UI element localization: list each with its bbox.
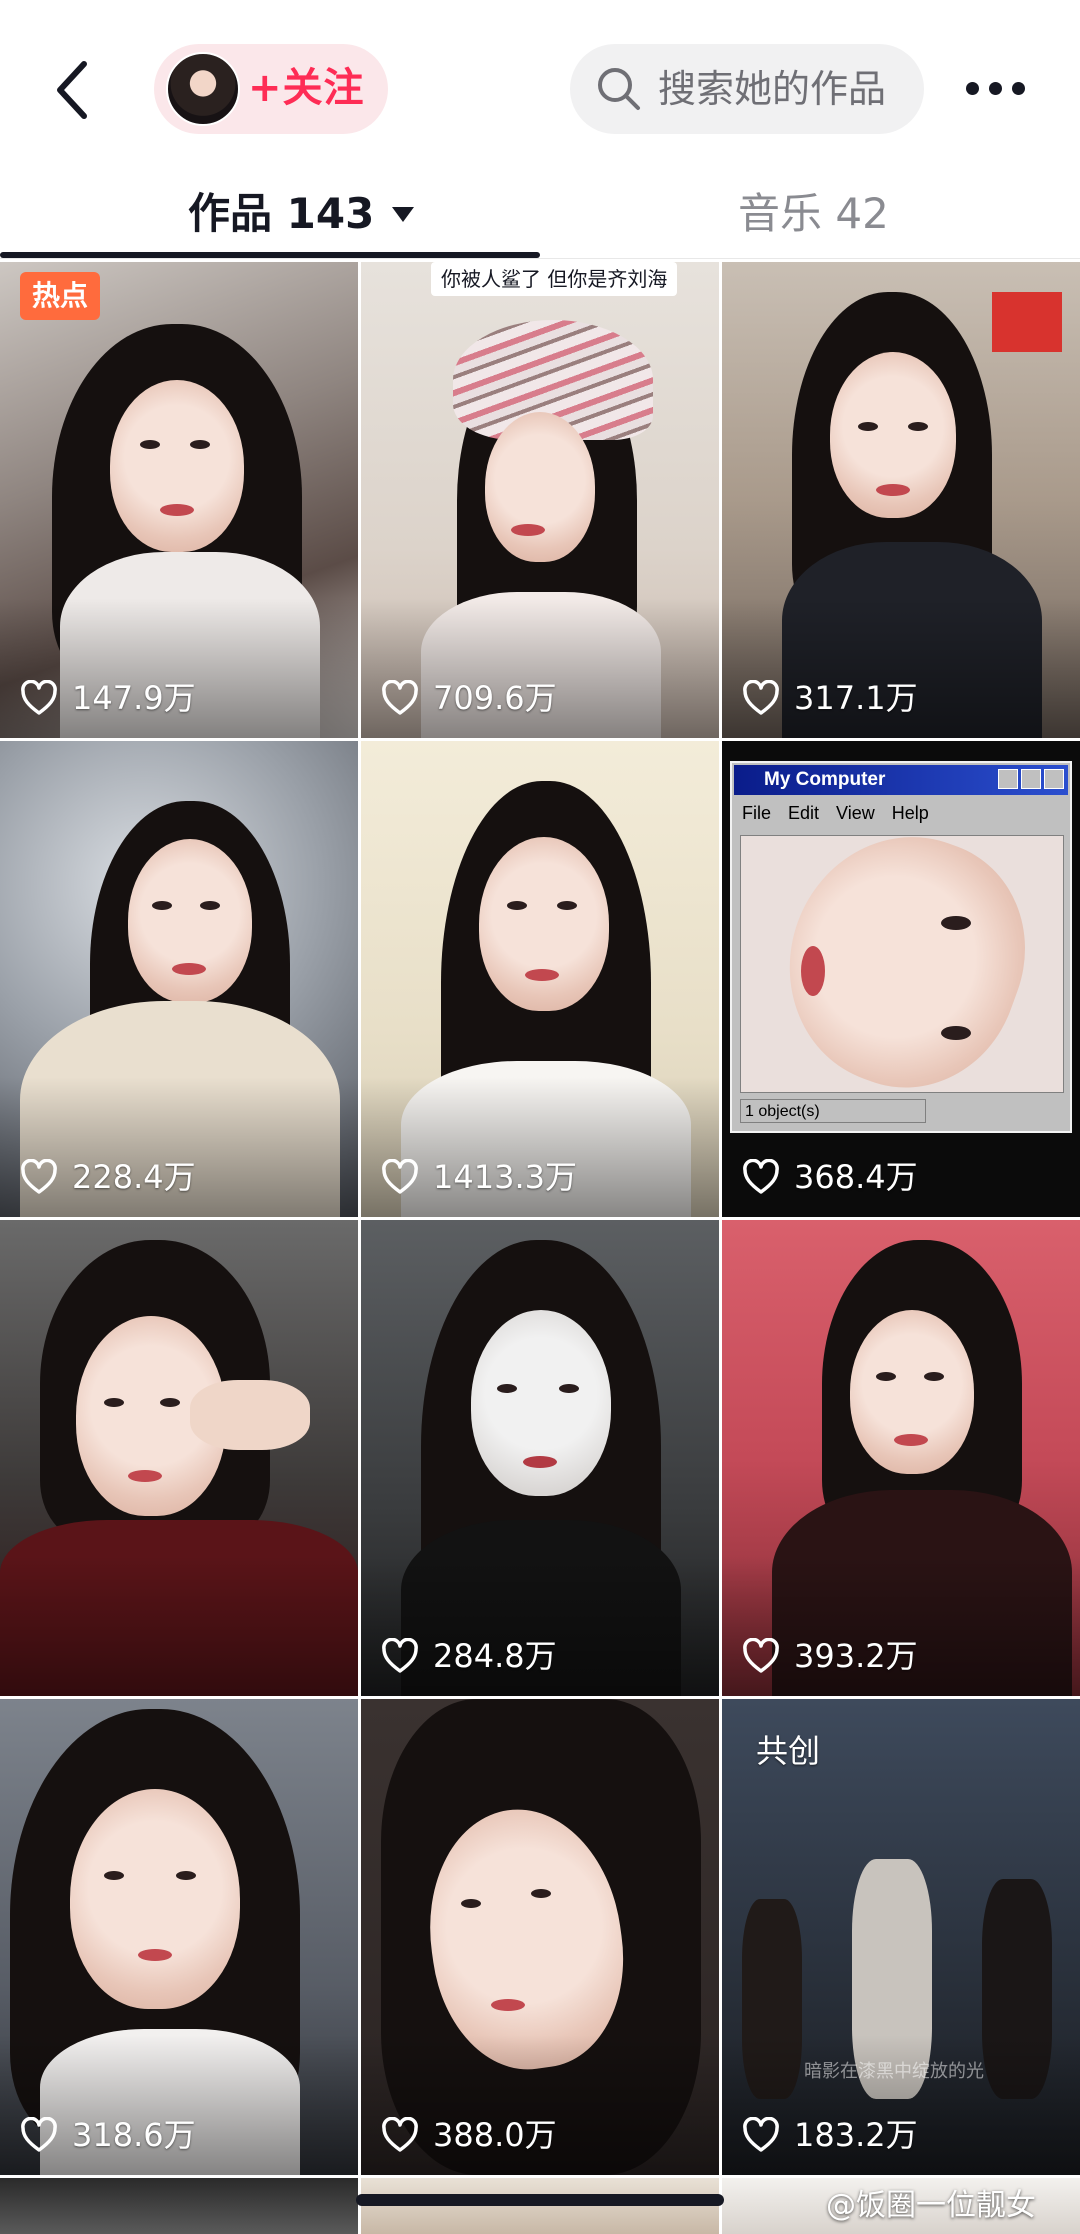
caret-down-icon xyxy=(392,207,415,222)
video-thumbnail[interactable]: 284.8万 xyxy=(361,1220,719,1696)
heart-icon xyxy=(382,1638,418,1673)
video-caption: 你被人鲨了 但你是齐刘海 xyxy=(431,262,678,296)
video-thumbnail[interactable]: 317.1万 xyxy=(722,262,1080,738)
heart-icon xyxy=(743,2117,779,2152)
watermark: @饭圈一位靓女 xyxy=(826,2188,1036,2223)
like-count: 317.1万 xyxy=(742,676,918,720)
video-thumbnail[interactable] xyxy=(0,2178,358,2234)
more-icon[interactable] xyxy=(964,70,1028,110)
follow-button[interactable]: +关注 xyxy=(154,44,388,134)
like-count: 709.6万 xyxy=(381,676,557,720)
tab-works-label: 作品 143 xyxy=(188,189,375,238)
like-count-text: 388.0万 xyxy=(433,2116,557,2154)
like-count-text: 393.2万 xyxy=(794,1637,918,1675)
like-count: 1413.3万 xyxy=(381,1155,577,1199)
heart-icon xyxy=(382,680,418,715)
profile-tabs: 作品 143 音乐 42 xyxy=(0,180,1080,260)
heart-icon xyxy=(743,1159,779,1194)
like-count-text: 368.4万 xyxy=(794,1158,918,1196)
video-thumbnail[interactable]: 共创 暗影在漆黑中绽放的光 183.2万 xyxy=(722,1699,1080,2175)
video-thumbnail[interactable]: 318.6万 xyxy=(0,1699,358,2175)
hot-badge: 热点 xyxy=(20,272,101,320)
like-count: 318.6万 xyxy=(20,2113,196,2157)
like-count-text: 709.6万 xyxy=(433,679,557,717)
like-count: 147.9万 xyxy=(20,676,196,720)
search-icon xyxy=(598,68,640,110)
thumbnail-image xyxy=(361,2178,719,2234)
video-thumbnail[interactable]: 你被人鲨了 但你是齐刘海 709.6万 xyxy=(361,262,719,738)
heart-icon xyxy=(382,2117,418,2152)
video-overlay-text: 暗影在漆黑中绽放的光 xyxy=(804,2061,984,2082)
like-count-text: 1413.3万 xyxy=(433,1158,577,1196)
avatar[interactable] xyxy=(166,52,240,126)
heart-icon xyxy=(21,1159,57,1194)
like-count-text: 318.6万 xyxy=(72,2116,196,2154)
video-thumbnail[interactable]: 388.0万 xyxy=(361,1699,719,2175)
tab-works[interactable]: 作品 143 xyxy=(188,186,415,242)
like-count-text: 284.8万 xyxy=(433,1637,557,1675)
like-count: 368.4万 xyxy=(742,1155,918,1199)
video-thumbnail[interactable] xyxy=(361,2178,719,2234)
heart-icon xyxy=(743,1638,779,1673)
heart-icon xyxy=(21,680,57,715)
search-input[interactable]: 搜索她的作品 xyxy=(570,44,924,134)
window-title: My Computer xyxy=(764,769,886,790)
video-thumbnail[interactable]: 热点 147.9万 xyxy=(0,262,358,738)
top-bar: +关注 搜索她的作品 xyxy=(0,0,1080,180)
video-grid: 热点 147.9万 你被人鲨了 但你是齐刘海 709.6万 317.1万 228… xyxy=(0,262,1080,2234)
heart-icon xyxy=(743,680,779,715)
heart-icon xyxy=(21,2117,57,2152)
like-count: 183.2万 xyxy=(742,2113,918,2157)
search-placeholder: 搜索她的作品 xyxy=(658,67,887,111)
like-count: 284.8万 xyxy=(381,1634,557,1678)
home-indicator xyxy=(356,2194,724,2206)
divider xyxy=(0,258,1080,259)
video-thumbnail[interactable]: My Computer File Edit View Help 1 object… xyxy=(722,741,1080,1217)
thumbnail-image xyxy=(0,2178,358,2234)
video-thumbnail[interactable] xyxy=(0,1220,358,1696)
heart-icon xyxy=(382,1159,418,1194)
like-count-text: 228.4万 xyxy=(72,1158,196,1196)
retro-window-image: My Computer File Edit View Help 1 object… xyxy=(730,761,1072,1133)
cocreate-badge: 共创 xyxy=(756,1732,821,1770)
tab-music[interactable]: 音乐 42 xyxy=(738,186,889,242)
video-thumbnail[interactable]: 393.2万 xyxy=(722,1220,1080,1696)
back-arrow-icon[interactable] xyxy=(44,50,104,130)
video-thumbnail[interactable]: 1413.3万 xyxy=(361,741,719,1217)
like-count-text: 317.1万 xyxy=(794,679,918,717)
like-count-text: 183.2万 xyxy=(794,2116,918,2154)
like-count-text: 147.9万 xyxy=(72,679,196,717)
window-status: 1 object(s) xyxy=(740,1099,926,1123)
like-count: 393.2万 xyxy=(742,1634,918,1678)
window-menu: File Edit View Help xyxy=(742,803,929,823)
like-count: 388.0万 xyxy=(381,2113,557,2157)
follow-label: +关注 xyxy=(248,65,365,111)
video-thumbnail[interactable]: 228.4万 xyxy=(0,741,358,1217)
like-count: 228.4万 xyxy=(20,1155,196,1199)
